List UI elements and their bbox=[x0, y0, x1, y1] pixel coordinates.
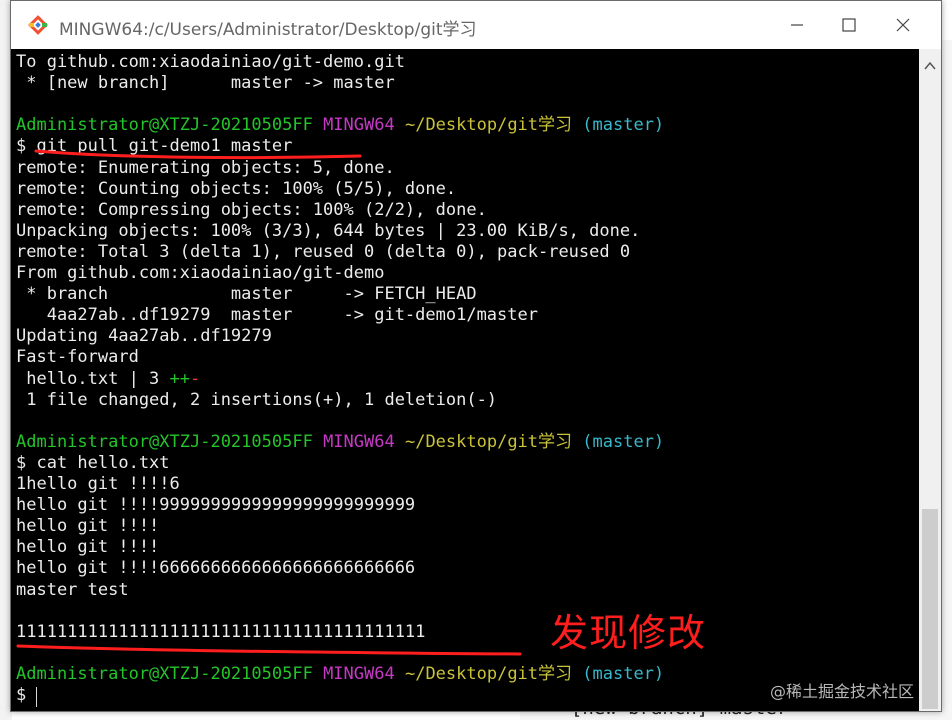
chevron-up-icon bbox=[924, 61, 936, 70]
terminal-line: * branch master -> FETCH_HEAD bbox=[16, 284, 477, 305]
prompt-user: Administrator@XTZJ-20210505FF bbox=[16, 663, 313, 684]
diffstat-minus: - bbox=[190, 368, 201, 389]
terminal-line: $ git pull git-demo1 master bbox=[16, 136, 293, 157]
prompt-line: Administrator@XTZJ-20210505FF MINGW64 ~/… bbox=[16, 115, 664, 136]
prompt-branch: (master) bbox=[582, 663, 665, 684]
terminal-output[interactable]: To github.com:xiaodainiao/git-demo.git *… bbox=[11, 49, 919, 711]
scrollbar-thumb[interactable] bbox=[922, 509, 938, 709]
terminal-line: Fast-forward bbox=[16, 347, 139, 368]
watermark: @稀土掘金技术社区 bbox=[770, 682, 915, 701]
annotation-text: 发现修改 bbox=[550, 611, 707, 655]
minimize-button[interactable] bbox=[767, 1, 827, 49]
terminal-line: hello git !!!!6666666666666666666666666 bbox=[16, 558, 416, 579]
prompt-system: MINGW64 bbox=[323, 431, 395, 452]
window-title: MINGW64:/c/Users/Administrator/Desktop/g… bbox=[59, 20, 477, 40]
prompt-user: Administrator@XTZJ-20210505FF bbox=[16, 431, 313, 452]
vertical-scrollbar[interactable] bbox=[919, 49, 941, 711]
terminal-line: 1hello git !!!!6 bbox=[16, 474, 180, 494]
terminal-line: Updating 4aa27ab..df19279 bbox=[16, 326, 272, 347]
prompt-path: ~/Desktop/git学习 bbox=[404, 663, 573, 684]
terminal-line: 1111111111111111111111111111111111111111 bbox=[16, 621, 426, 642]
diffstat-text: hello.txt | 3 bbox=[16, 368, 170, 389]
terminal-window[interactable]: MINGW64:/c/Users/Administrator/Desktop/g… bbox=[10, 0, 942, 712]
prompt-branch: (master) bbox=[582, 115, 665, 136]
terminal-line: 1 file changed, 2 insertions(+), 1 delet… bbox=[16, 389, 498, 410]
terminal-line: remote: Total 3 (delta 1), reused 0 (del… bbox=[16, 241, 631, 262]
prompt-user: Administrator@XTZJ-20210505FF bbox=[16, 115, 313, 136]
terminal-line: remote: Enumerating objects: 5, done. bbox=[16, 157, 395, 178]
terminal-line: From github.com:xiaodainiao/git-demo bbox=[16, 263, 385, 283]
close-button[interactable] bbox=[873, 1, 933, 49]
terminal-line: Unpacking objects: 100% (3/3), 644 bytes… bbox=[16, 220, 641, 241]
prompt-line: Administrator@XTZJ-20210505FF MINGW64 ~/… bbox=[16, 664, 664, 685]
terminal-line: hello.txt | 3 ++- bbox=[16, 369, 200, 390]
terminal-line: * [new branch] master -> master bbox=[16, 73, 395, 94]
title-bar[interactable]: MINGW64:/c/Users/Administrator/Desktop/g… bbox=[11, 1, 941, 50]
terminal-line: $ cat hello.txt bbox=[16, 452, 170, 473]
minimize-icon bbox=[791, 24, 803, 26]
git-diamond-icon bbox=[28, 15, 48, 35]
terminal-line: $ bbox=[16, 685, 37, 705]
diffstat-plus: ++ bbox=[169, 368, 191, 389]
maximize-icon bbox=[842, 18, 856, 32]
terminal-line: To github.com:xiaodainiao/git-demo.git bbox=[16, 52, 405, 72]
text-cursor bbox=[36, 687, 37, 707]
prompt-path: ~/Desktop/git学习 bbox=[404, 115, 573, 136]
prompt-system: MINGW64 bbox=[323, 663, 395, 684]
maximize-button[interactable] bbox=[819, 1, 879, 49]
terminal-line: hello git !!!! bbox=[16, 516, 160, 537]
terminal-line: remote: Compressing objects: 100% (2/2),… bbox=[16, 199, 487, 220]
prompt-system: MINGW64 bbox=[323, 115, 395, 136]
prompt-line: Administrator@XTZJ-20210505FF MINGW64 ~/… bbox=[16, 432, 664, 453]
prompt-branch: (master) bbox=[582, 431, 665, 452]
close-icon bbox=[896, 18, 910, 32]
terminal-line: master test bbox=[16, 579, 129, 600]
terminal-line: 4aa27ab..df19279 master -> git-demo1/mas… bbox=[16, 305, 538, 326]
prompt-path: ~/Desktop/git学习 bbox=[404, 431, 573, 452]
terminal-line: hello git !!!!9999999999999999999999999 bbox=[16, 495, 416, 516]
terminal-line: remote: Counting objects: 100% (5/5), do… bbox=[16, 178, 457, 199]
scroll-up-button[interactable] bbox=[919, 55, 941, 77]
terminal-line: hello git !!!! bbox=[16, 537, 160, 558]
